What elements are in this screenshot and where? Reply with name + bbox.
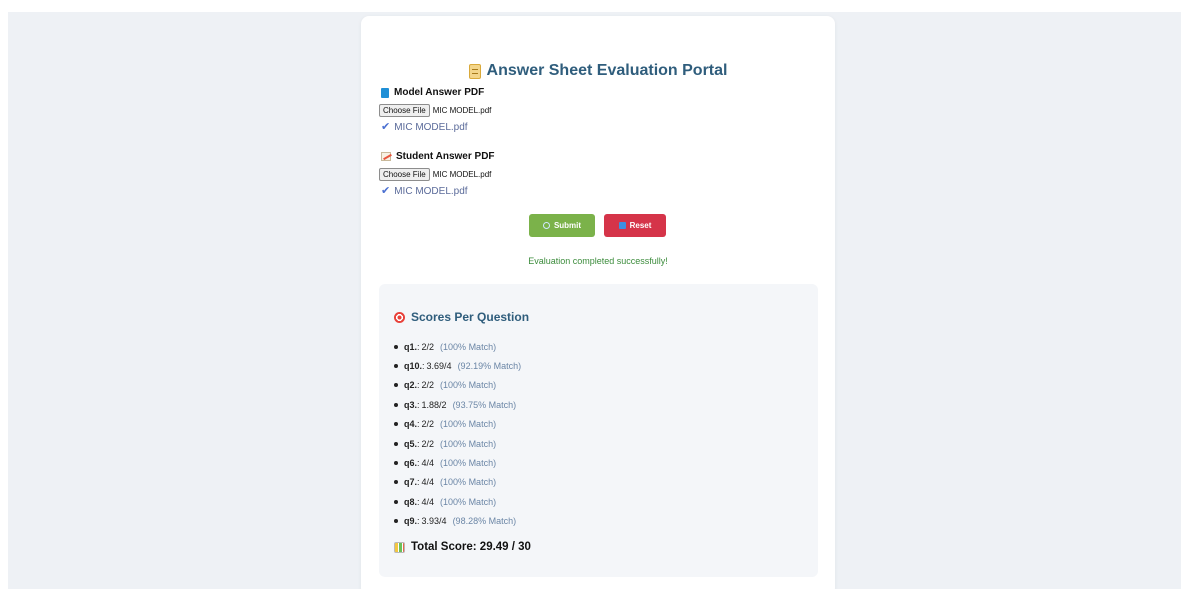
- checkmark-icon: ✔: [381, 185, 391, 197]
- bullet: [394, 480, 398, 485]
- question-match: (100% Match): [440, 341, 497, 352]
- question-score: 1.88/2: [421, 399, 447, 410]
- bullet: [394, 344, 398, 349]
- student-choose-file-button[interactable]: Choose File: [379, 168, 430, 181]
- bullet: [394, 441, 398, 446]
- question-match: (100% Match): [440, 496, 497, 507]
- question-label: q4.: [404, 419, 418, 430]
- question-label: q7.: [404, 477, 418, 488]
- model-choose-file-button[interactable]: Choose File: [379, 104, 430, 117]
- question-match: (98.28% Match): [452, 516, 517, 527]
- score-item-q1: q1.: 2/2 (100% Match): [394, 337, 521, 356]
- memo-icon: [381, 152, 391, 161]
- question-match: (100% Match): [440, 380, 497, 391]
- model-answer-file-input[interactable]: Choose File MIC MODEL.pdf: [379, 104, 491, 117]
- question-match: (100% Match): [440, 419, 497, 430]
- question-label: q10.: [404, 361, 423, 372]
- question-match: (100% Match): [440, 458, 497, 469]
- score-item-q2: q2.: 2/2 (100% Match): [394, 376, 521, 395]
- question-label: q8.: [404, 496, 418, 507]
- book-icon: [381, 87, 389, 98]
- submit-icon: [542, 222, 550, 229]
- bullet: [394, 364, 398, 369]
- score-item-q5: q5.: 2/2 (100% Match): [394, 434, 521, 453]
- student-answer-file-input[interactable]: Choose File MIC MODEL.pdf: [379, 168, 491, 181]
- bullet: [394, 383, 398, 388]
- reset-icon: [618, 222, 626, 229]
- chart-icon: [394, 541, 405, 553]
- submit-button-label: Submit: [553, 221, 582, 230]
- reset-button-label: Reset: [629, 221, 652, 230]
- model-answer-label: Model Answer PDF: [381, 87, 484, 98]
- question-label: q9.: [404, 516, 418, 527]
- student-selected-file: ✔ MIC MODEL.pdf: [381, 185, 468, 198]
- question-label: q2.: [404, 380, 418, 391]
- score-item-q10: q10.: 3.69/4 (92.19% Match): [394, 356, 521, 375]
- scores-panel: Scores Per Question q1.: 2/2 (100% Match…: [379, 284, 818, 577]
- question-label: q1.: [404, 341, 418, 352]
- question-score: 3.69/4: [426, 361, 452, 372]
- scores-title: Scores Per Question: [394, 310, 529, 324]
- page-title-text: Answer Sheet Evaluation Portal: [486, 62, 728, 79]
- bullet: [394, 519, 398, 524]
- score-item-q8: q8.: 4/4 (100% Match): [394, 492, 521, 511]
- evaluation-card: Answer Sheet Evaluation Portal Model Ans…: [361, 16, 835, 589]
- question-label: q6.: [404, 458, 418, 469]
- total-score: Total Score: 29.49 / 30: [394, 541, 531, 553]
- target-icon: [394, 311, 405, 323]
- model-file-name: MIC MODEL.pdf: [432, 106, 492, 115]
- student-selected-file-name: MIC MODEL.pdf: [394, 186, 468, 197]
- question-score: 2/2: [421, 438, 435, 449]
- reset-button[interactable]: Reset: [604, 214, 666, 237]
- question-score: 2/2: [421, 419, 435, 430]
- student-answer-label: Student Answer PDF: [381, 151, 495, 162]
- question-label: q3.: [404, 399, 418, 410]
- bullet: [394, 461, 398, 466]
- question-score: 2/2: [421, 341, 435, 352]
- submit-button[interactable]: Submit: [529, 214, 595, 237]
- scores-title-text: Scores Per Question: [411, 310, 530, 324]
- page-title: Answer Sheet Evaluation Portal: [361, 62, 835, 80]
- score-item-q7: q7.: 4/4 (100% Match): [394, 473, 521, 492]
- bullet: [394, 422, 398, 427]
- question-match: (92.19% Match): [457, 361, 522, 372]
- question-score: 4/4: [421, 458, 435, 469]
- student-file-name: MIC MODEL.pdf: [432, 170, 492, 179]
- checkmark-icon: ✔: [381, 121, 391, 133]
- scroll-icon: [468, 63, 481, 79]
- model-answer-label-text: Model Answer PDF: [394, 87, 485, 98]
- question-match: (100% Match): [440, 477, 497, 488]
- score-item-q6: q6.: 4/4 (100% Match): [394, 453, 521, 472]
- question-score: 4/4: [421, 477, 435, 488]
- total-score-text: Total Score: 29.49 / 30: [411, 541, 531, 553]
- model-selected-file: ✔ MIC MODEL.pdf: [381, 121, 468, 134]
- question-match: (93.75% Match): [452, 399, 517, 410]
- bullet: [394, 402, 398, 407]
- status-message: Evaluation completed successfully!: [528, 256, 668, 266]
- question-score: 4/4: [421, 496, 435, 507]
- model-selected-file-name: MIC MODEL.pdf: [394, 122, 468, 133]
- bullet: [394, 499, 398, 504]
- question-score: 2/2: [421, 380, 435, 391]
- question-score: 3.93/4: [421, 516, 447, 527]
- score-item-q3: q3.: 1.88/2 (93.75% Match): [394, 395, 521, 414]
- question-label: q5.: [404, 438, 418, 449]
- score-list: q1.: 2/2 (100% Match) q10.: 3.69/4 (92.1…: [394, 337, 521, 531]
- score-item-q4: q4.: 2/2 (100% Match): [394, 415, 521, 434]
- question-match: (100% Match): [440, 438, 497, 449]
- score-item-q9: q9.: 3.93/4 (98.28% Match): [394, 512, 521, 531]
- student-answer-label-text: Student Answer PDF: [396, 151, 495, 162]
